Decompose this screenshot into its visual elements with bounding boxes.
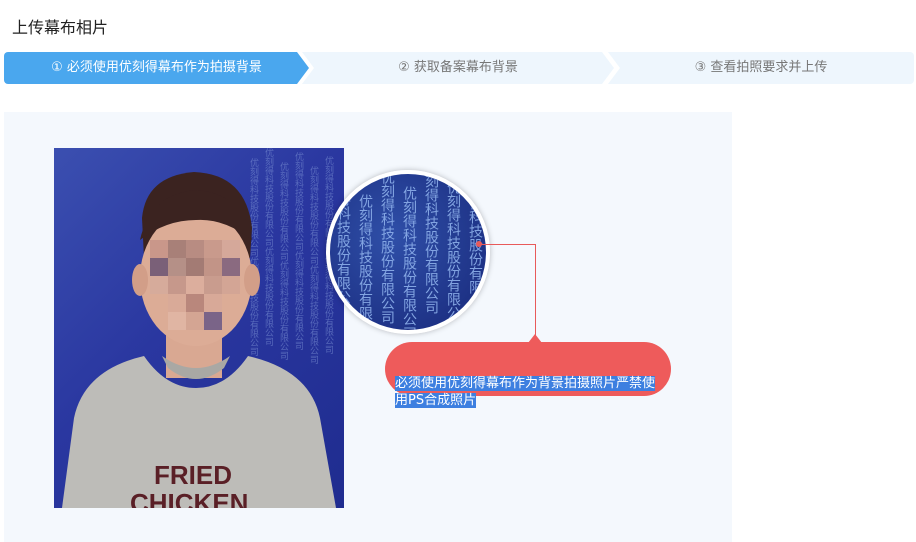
svg-text:优刻得科技股份有限公司优刻得科技股份有限公司: 优刻得科技股份有限公司优刻得科技股份有限公司 — [309, 165, 319, 364]
backdrop-text-col: 优刻得科技股份有限公司 — [379, 170, 395, 324]
magnified-backdrop-detail: 优刻得科技股份有限公司 优刻得科技股份有限公司 优刻得科技股份有限公司 优刻得科… — [326, 170, 490, 334]
shirt-text-2: CHICKEN — [130, 488, 248, 508]
step-2[interactable]: ② 获取备案幕布背景 — [302, 52, 614, 84]
shirt-text-1: FRIED — [154, 460, 232, 490]
callout-line — [480, 244, 536, 245]
example-photo: 优刻得科技股份有限公司优刻得科技股份有限公司 优刻得科技股份有限公司优刻得科技股… — [54, 148, 344, 508]
backdrop-text-col: 优刻得科技股份有限公司 — [357, 194, 373, 334]
step-3[interactable]: ③ 查看拍照要求并上传 — [608, 52, 914, 84]
backdrop-text-col: 优刻得科技股份有限公司 — [423, 170, 439, 314]
backdrop-text-col: 优刻得科技股份有限公司 — [467, 170, 483, 322]
step-1-active[interactable]: ① 必须使用优刻得幕布作为拍摄背景 — [4, 52, 309, 84]
callout-text: 必须使用优刻得幕布作为背景拍摄照片严禁使用PS合成照片 — [395, 375, 665, 409]
svg-text:优刻得科技股份有限公司优刻得科技股份有限公司: 优刻得科技股份有限公司优刻得科技股份有限公司 — [249, 157, 259, 356]
svg-text:优刻得科技股份有限公司优刻得科技股份有限公司: 优刻得科技股份有限公司优刻得科技股份有限公司 — [264, 148, 274, 346]
callout-text-content: 必须使用优刻得幕布作为背景拍摄照片严禁使用PS合成照片 — [395, 376, 656, 408]
backdrop-text-col: 优刻得科技股份有限公司 — [445, 180, 461, 334]
svg-text:优刻得科技股份有限公司优刻得科技股份有限公司: 优刻得科技股份有限公司优刻得科技股份有限公司 — [294, 151, 304, 350]
step-progress-bar: ① 必须使用优刻得幕布作为拍摄背景 ② 获取备案幕布背景 ③ 查看拍照要求并上传 — [4, 52, 914, 84]
callout-line — [535, 244, 536, 340]
backdrop-text-col: 优刻得科技股份有限公司 — [401, 186, 417, 334]
svg-text:优刻得科技股份有限公司优刻得科技股份有限公司: 优刻得科技股份有限公司优刻得科技股份有限公司 — [279, 161, 289, 360]
page-title: 上传幕布相片 — [12, 18, 109, 37]
backdrop-text-col: 优刻得科技股份有限公司 — [335, 170, 351, 318]
